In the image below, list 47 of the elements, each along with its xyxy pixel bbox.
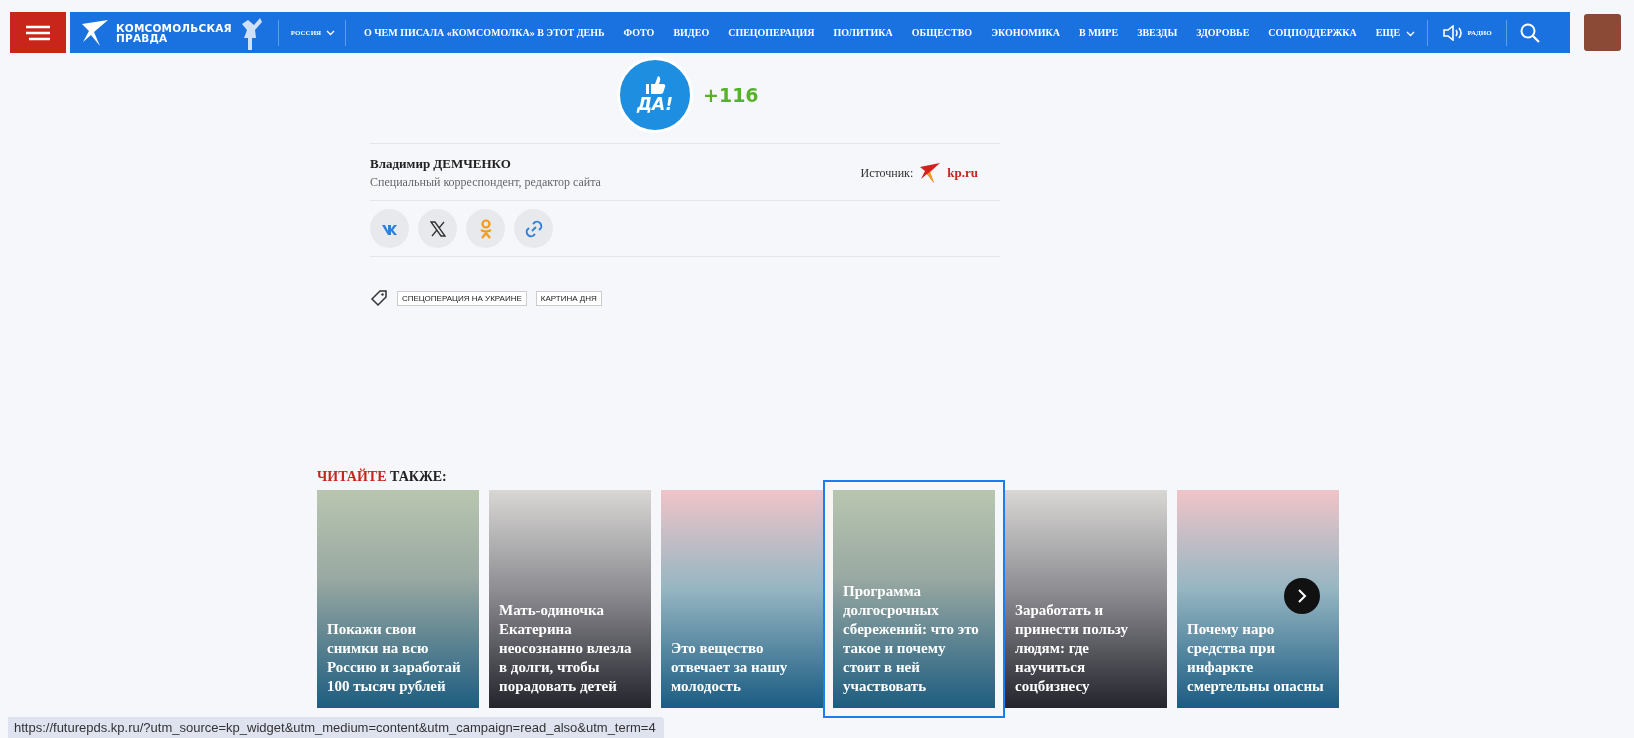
- article-card[interactable]: Заработать и принести пользу людям: где научиться соцбизнесу: [1005, 490, 1167, 708]
- section-heading: ЧИТАЙТЕ ТАКЖЕ:: [317, 469, 448, 485]
- source-label: Источник:: [860, 165, 914, 181]
- chevron-down-icon: [1405, 30, 1415, 37]
- chevron-down-icon: [325, 29, 335, 36]
- nav-link[interactable]: ЗВЕЗДЫ: [1137, 27, 1178, 38]
- link-share-button[interactable]: [514, 209, 553, 248]
- nav-link[interactable]: ВИДЕО: [673, 27, 710, 38]
- menu-icon: [26, 24, 50, 41]
- tag-link[interactable]: КАРТИНА ДНЯ: [535, 290, 602, 306]
- person-icon: [478, 218, 493, 239]
- speaker-icon: [1441, 24, 1464, 41]
- nav-link[interactable]: В МИРЕ: [1078, 27, 1119, 38]
- more-dropdown[interactable]: ЕЩЕ: [1375, 27, 1415, 38]
- tag-icon: [370, 289, 388, 307]
- author-name[interactable]: Владимир ДЕМЧЕНКО: [370, 156, 601, 172]
- nav-link[interactable]: О ЧЕМ ПИСАЛА «КОМСОМОЛКА» В ЭТОТ ДЕНЬ: [363, 27, 605, 38]
- article-card[interactable]: Покажи свои снимки на всю Россию и заработай 100 тысяч рублей: [317, 490, 479, 708]
- nav-link[interactable]: ПОЛИТИКА: [833, 27, 893, 38]
- x-share-button[interactable]: [418, 209, 457, 248]
- status-bar-url: https://futurepds.kp.ru/?utm_source=kp_widget&utm_medium=content&utm_campaign=read_also&utm_term=4: [8, 717, 664, 738]
- article-card[interactable]: Почему наро средства при инфаркте смертельны опасны: [1177, 490, 1339, 708]
- like-count: +116: [703, 84, 759, 106]
- x-icon: [429, 220, 446, 237]
- link-icon: [524, 219, 543, 238]
- nav-link[interactable]: ЗДОРОВЬЕ: [1196, 27, 1250, 38]
- nav-link[interactable]: ЭКОНОМИКА: [991, 27, 1060, 38]
- thumbs-up-icon: [643, 76, 667, 94]
- bird-logo-icon: [80, 19, 110, 46]
- nav-link[interactable]: ОБЩЕСТВО: [911, 27, 973, 38]
- article-card[interactable]: Мать-одиночка Екатерина неосознанно влезла в долги, чтобы порадовать детей: [489, 490, 651, 708]
- nav-link[interactable]: СОЦПОДДЕРЖКА: [1268, 27, 1357, 38]
- nav-link[interactable]: СПЕЦОПЕРАЦИЯ: [728, 27, 815, 38]
- menu-button[interactable]: [10, 12, 66, 53]
- search-icon: [1520, 22, 1540, 43]
- vk-icon: [380, 222, 399, 235]
- bird-logo-icon: [919, 163, 942, 183]
- nav-link[interactable]: ФОТО: [623, 27, 655, 38]
- logo-text[interactable]: КОМСОМОЛЬСКАЯ ПРАВДА: [116, 22, 232, 43]
- tag-link[interactable]: СПЕЦОПЕРАЦИЯ НА УКРАИНЕ: [397, 290, 527, 306]
- vk-share-button[interactable]: [370, 209, 409, 248]
- article-card[interactable]: Это вещество отвечает за нашу молодость: [661, 490, 823, 708]
- article-card[interactable]: Программа долгосрочных сбережений: что это такое и почему стоит в ней участвовать: [833, 490, 995, 708]
- source-link[interactable]: kp.ru: [947, 165, 978, 181]
- like-badge[interactable]: ДА!: [617, 57, 693, 133]
- author-role: Специальный корреспондент, редактор сайта: [370, 175, 601, 190]
- chevron-right-icon: [1297, 589, 1307, 603]
